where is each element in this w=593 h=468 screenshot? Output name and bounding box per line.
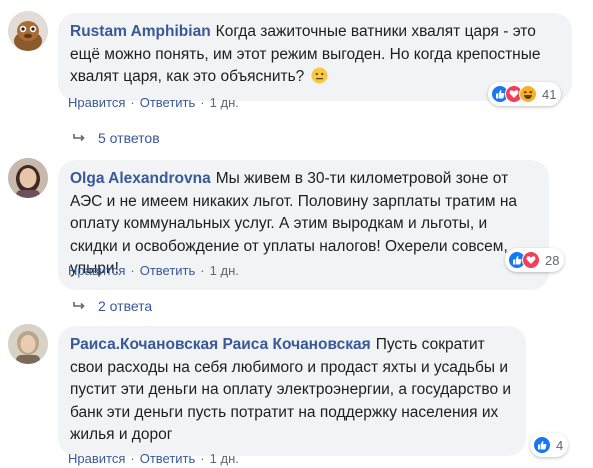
view-replies-link[interactable]: 5 ответов bbox=[72, 130, 160, 146]
reaction-count: 28 bbox=[545, 252, 560, 268]
separator-dot: · bbox=[200, 263, 205, 278]
separator-dot: · bbox=[200, 95, 205, 110]
reply-arrow-icon bbox=[72, 130, 98, 146]
separator-dot: · bbox=[130, 95, 135, 110]
separator-dot: · bbox=[130, 451, 135, 466]
reply-arrow-icon bbox=[72, 298, 98, 314]
like-link[interactable]: Нравится bbox=[68, 451, 125, 466]
reaction-count: 4 bbox=[556, 437, 564, 453]
reactions-summary[interactable]: 41 bbox=[488, 82, 562, 106]
comment-author[interactable]: Rustam Amphibian bbox=[70, 23, 211, 40]
reply-link[interactable]: Ответить bbox=[140, 451, 196, 466]
view-replies-link[interactable]: 2 ответа bbox=[72, 298, 152, 314]
comment-actions: Нравится · Ответить · 1 дн. bbox=[68, 451, 239, 466]
like-reaction-icon bbox=[533, 436, 551, 454]
separator-dot: · bbox=[200, 451, 205, 466]
comment-author[interactable]: Раиса.Кочановская Раиса Кочановская bbox=[70, 336, 371, 353]
separator-dot: · bbox=[130, 263, 135, 278]
reply-link[interactable]: Ответить bbox=[140, 263, 196, 278]
comment-author[interactable]: Olga Alexandrovna bbox=[70, 170, 211, 187]
comment-time[interactable]: 1 дн. bbox=[210, 263, 239, 278]
reaction-count: 41 bbox=[542, 86, 557, 102]
like-link[interactable]: Нравится bbox=[68, 263, 125, 278]
comment-actions: Нравится · Ответить · 1 дн. bbox=[68, 263, 239, 278]
avatar[interactable] bbox=[8, 11, 48, 51]
like-link[interactable]: Нравится bbox=[68, 95, 125, 110]
reactions-summary[interactable]: 28 bbox=[505, 248, 565, 272]
comment-bubble: Раиса.Кочановская Раиса Кочановская Пусть… bbox=[58, 326, 526, 456]
reactions-summary[interactable]: 4 bbox=[530, 433, 569, 457]
love-reaction-icon bbox=[522, 251, 540, 269]
replies-count-label[interactable]: 2 ответа bbox=[98, 298, 152, 314]
avatar[interactable] bbox=[8, 158, 48, 198]
comment-time[interactable]: 1 дн. bbox=[210, 451, 239, 466]
neutral-face-icon bbox=[311, 67, 328, 92]
comment-time[interactable]: 1 дн. bbox=[210, 95, 239, 110]
reply-link[interactable]: Ответить bbox=[140, 95, 196, 110]
comment-actions: Нравится · Ответить · 1 дн. bbox=[68, 95, 239, 110]
replies-count-label[interactable]: 5 ответов bbox=[98, 130, 160, 146]
haha-reaction-icon bbox=[519, 85, 537, 103]
avatar[interactable] bbox=[8, 324, 48, 364]
